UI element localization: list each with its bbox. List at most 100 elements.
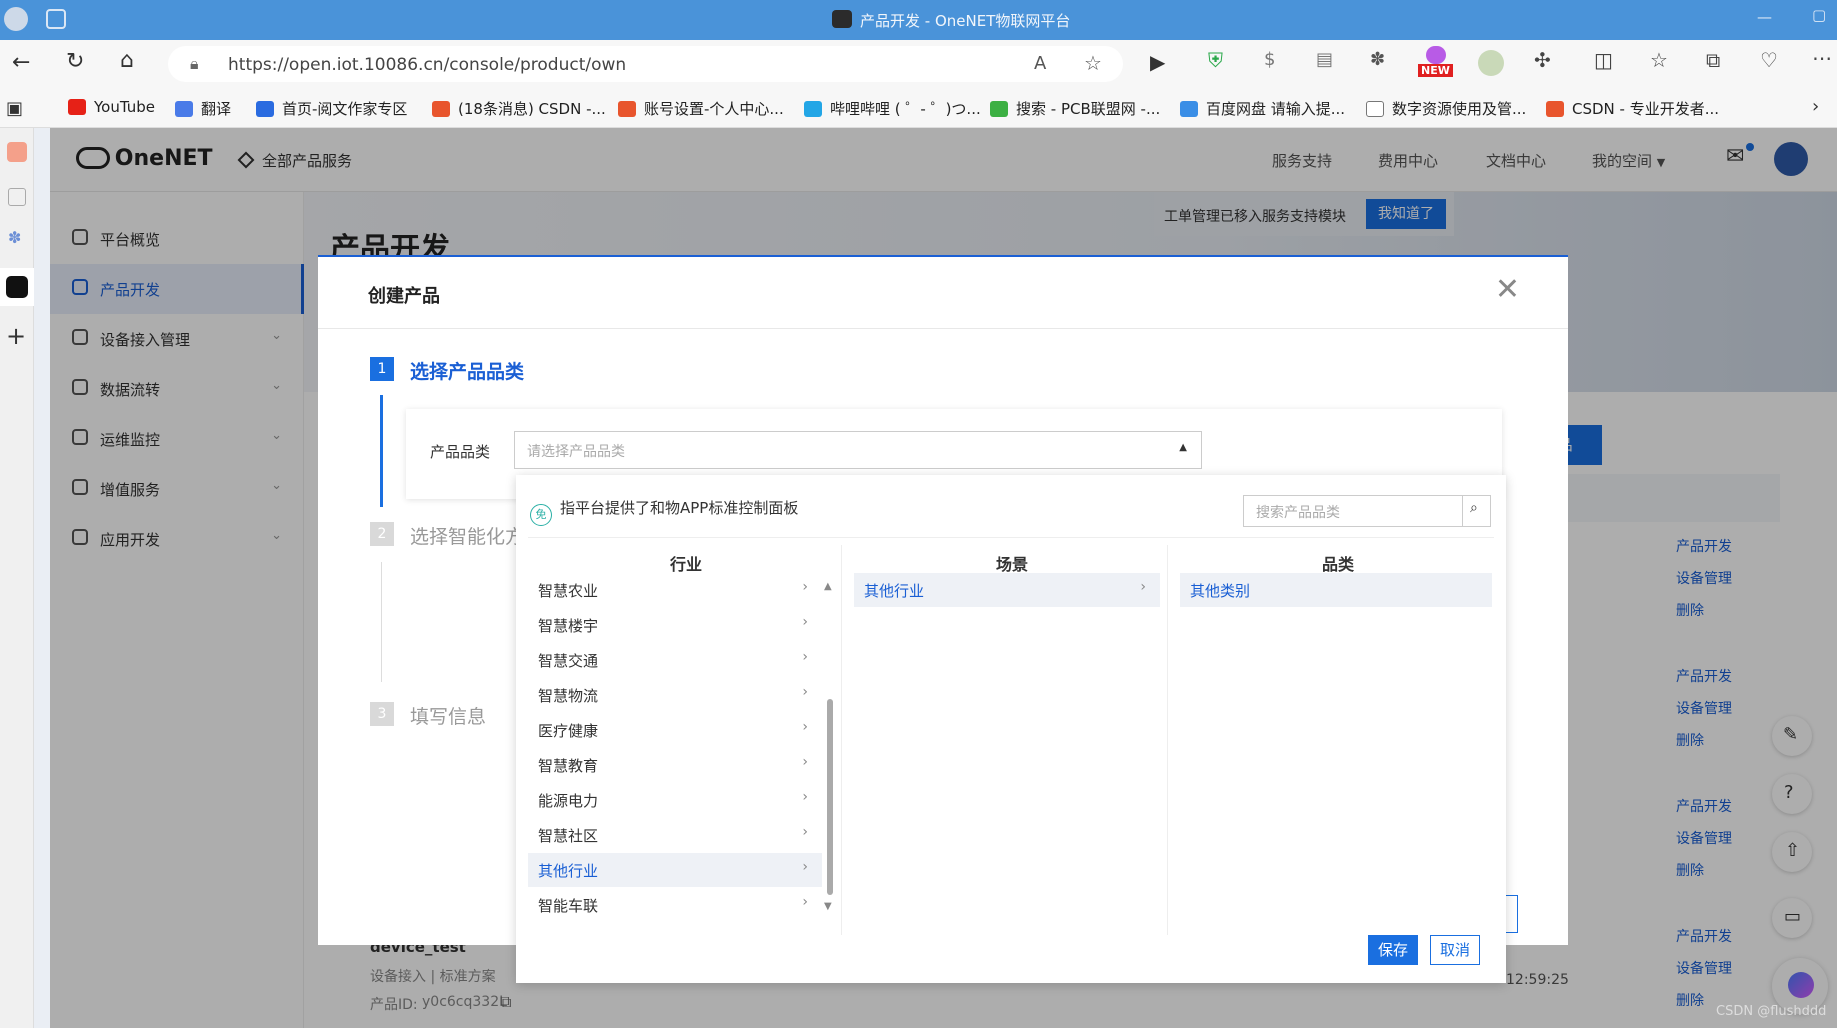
csdn-sidebar-icon[interactable] xyxy=(7,142,27,162)
favorite-star-icon[interactable]: ☆ xyxy=(1084,51,1102,75)
home-icon[interactable]: ⌂ xyxy=(120,48,134,73)
favorites-icon[interactable]: ☆ xyxy=(1650,48,1668,72)
restore-icon[interactable]: ▢ xyxy=(1812,6,1826,24)
category-placeholder: 请选择产品品类 xyxy=(527,444,625,460)
bookmark-translate[interactable]: 翻译 xyxy=(175,98,231,119)
modal-header: 创建产品 ✕ xyxy=(318,257,1568,329)
add-sidebar-icon[interactable]: + xyxy=(6,322,26,350)
bookmark-pcb[interactable]: 搜索 - PCB联盟网 -... xyxy=(990,98,1160,119)
chevron-right-icon: › xyxy=(802,894,808,910)
pcb-icon xyxy=(990,101,1008,117)
bookmark-account-settings[interactable]: 账号设置-个人中心... xyxy=(618,98,784,119)
chevron-right-icon: › xyxy=(802,824,808,840)
back-icon[interactable]: ← xyxy=(12,50,30,75)
category-item[interactable]: 其他类别 xyxy=(1180,573,1492,607)
pen-icon xyxy=(256,101,274,117)
industry-item[interactable]: 智慧农业 › xyxy=(528,573,822,607)
dropdown-search-button[interactable]: ⌕ xyxy=(1462,496,1490,526)
notes-sidebar-icon[interactable] xyxy=(8,188,26,206)
new-badge: NEW xyxy=(1418,64,1453,77)
paw-icon[interactable]: ✽ xyxy=(1370,49,1385,70)
youtube-icon xyxy=(68,99,86,115)
scrollbar-thumb[interactable] xyxy=(827,699,833,895)
reader-icon[interactable]: ▤ xyxy=(1316,49,1333,70)
browser-titlebar: 产品开发 - OneNET物联网平台 — ▢ xyxy=(0,0,1837,40)
industry-item[interactable]: 医疗健康 › xyxy=(528,713,822,747)
puzzle-icon[interactable]: ✣ xyxy=(1534,48,1551,72)
play-icon[interactable]: ▶ xyxy=(1150,50,1165,74)
scroll-up-icon[interactable]: ▲ xyxy=(824,581,832,592)
save-button[interactable]: 保存 xyxy=(1368,935,1418,965)
url-input[interactable]: 🔒︎ https://open.iot.10086.cn/console/pro… xyxy=(168,46,1123,82)
scroll-down-icon[interactable]: ▼ xyxy=(824,901,832,912)
industry-item[interactable]: 智慧社区 › xyxy=(528,818,822,852)
url-text: https://open.iot.10086.cn/console/produc… xyxy=(228,55,627,75)
chevron-right-icon: › xyxy=(802,684,808,700)
bilibili-icon xyxy=(804,101,822,117)
bookmarks-bar: ▣ YouTube 翻译 首页-阅文作家专区 (18条消息) CSDN -...… xyxy=(0,88,1837,128)
step-3-label: 填写信息 xyxy=(410,706,487,728)
bookmark-digital-resources[interactable]: 数字资源使用及管... xyxy=(1366,98,1526,119)
industry-item[interactable]: 智慧楼宇 › xyxy=(528,608,822,642)
paw-sidebar-icon[interactable]: ✽ xyxy=(8,228,21,247)
dropdown-search-placeholder: 搜索产品品类 xyxy=(1256,505,1340,521)
bookmark-csdn[interactable]: CSDN - 专业开发者... xyxy=(1546,98,1719,119)
category-column-header: 品类 xyxy=(1322,555,1355,574)
bookmark-baidu-pan[interactable]: 百度网盘 请输入提... xyxy=(1180,98,1345,119)
industry-item[interactable]: 能源电力 › xyxy=(528,783,822,817)
health-icon[interactable]: ♡ xyxy=(1760,48,1778,72)
collections-icon[interactable]: ⧉ xyxy=(1706,48,1720,72)
profile-avatar-icon[interactable] xyxy=(4,7,28,31)
step-2-line xyxy=(381,562,382,682)
step-2-label: 选择智能化方 xyxy=(410,526,525,548)
chevron-right-icon: › xyxy=(802,859,808,875)
watermark: CSDN @flushddd xyxy=(1716,1004,1827,1019)
industry-item[interactable]: 智能车联 › xyxy=(528,888,822,922)
csdn-icon xyxy=(618,101,636,117)
extension-icon[interactable]: $ xyxy=(1264,49,1275,70)
read-aloud-icon[interactable]: A xyxy=(1034,53,1046,74)
cancel-button[interactable]: 取消 xyxy=(1430,935,1480,965)
lock-icon[interactable]: 🔒︎ xyxy=(190,54,199,74)
bookmark-csdn-messages[interactable]: (18条消息) CSDN -... xyxy=(432,98,606,119)
dropdown-search[interactable]: 搜索产品品类 ⌕ xyxy=(1243,495,1491,527)
industry-item[interactable]: 智慧教育 › xyxy=(528,748,822,782)
chevron-right-icon: › xyxy=(802,754,808,770)
tab-sidebar-icon[interactable]: ▣ xyxy=(6,98,23,119)
refresh-icon[interactable]: ↻ xyxy=(66,49,84,74)
onenet-sidebar-icon[interactable] xyxy=(0,268,34,306)
bookmark-bilibili[interactable]: 哔哩哔哩 ( ゜- ゜)つ... xyxy=(804,98,981,119)
shield-icon[interactable]: ⛨ xyxy=(1208,48,1223,72)
category-select[interactable]: 请选择产品品类 ▲ xyxy=(514,431,1202,469)
column-divider-1 xyxy=(841,545,842,935)
step-1-line xyxy=(380,395,383,507)
chevron-right-icon: › xyxy=(802,614,808,630)
industry-item[interactable]: 智慧交通 › xyxy=(528,643,822,677)
chevron-right-icon: › xyxy=(802,649,808,665)
industry-item[interactable]: 智慧物流 › xyxy=(528,678,822,712)
step-1-label: 选择产品品类 xyxy=(410,361,525,383)
tab-actions-icon[interactable] xyxy=(46,9,66,29)
address-bar-row: ← ↻ ⌂ 🔒︎ https://open.iot.10086.cn/conso… xyxy=(0,40,1837,88)
window-title: 产品开发 - OneNET物联网平台 xyxy=(860,12,1071,30)
chevron-right-icon: › xyxy=(802,719,808,735)
page-favicon xyxy=(832,10,852,28)
bookmarks-more-icon[interactable]: › xyxy=(1812,96,1819,117)
cloud-icon xyxy=(1180,101,1198,117)
category-dropdown: 免指平台提供了和物APP标准控制面板 搜索产品品类 ⌕ 行业 场景 品类 智慧农… xyxy=(516,475,1506,983)
minimize-icon[interactable]: — xyxy=(1757,8,1772,26)
bookmark-youtube[interactable]: YouTube xyxy=(68,98,155,116)
industry-column-header: 行业 xyxy=(670,555,703,574)
step-1-number: 1 xyxy=(370,357,394,381)
extension-image-icon[interactable] xyxy=(1478,50,1504,76)
more-icon[interactable]: ⋯ xyxy=(1812,46,1832,70)
caret-up-icon: ▲ xyxy=(1179,442,1187,453)
close-icon[interactable]: ✕ xyxy=(1495,275,1520,305)
bookmark-yuewen[interactable]: 首页-阅文作家专区 xyxy=(256,98,407,119)
column-divider-2 xyxy=(1167,545,1168,935)
split-screen-icon[interactable]: ◫ xyxy=(1594,48,1613,72)
new-extension-icon[interactable]: NEW xyxy=(1418,46,1454,80)
industry-item[interactable]: 其他行业 › xyxy=(528,853,822,887)
badge-icon: 免 xyxy=(530,504,552,526)
scene-item[interactable]: 其他行业 › xyxy=(854,573,1160,607)
